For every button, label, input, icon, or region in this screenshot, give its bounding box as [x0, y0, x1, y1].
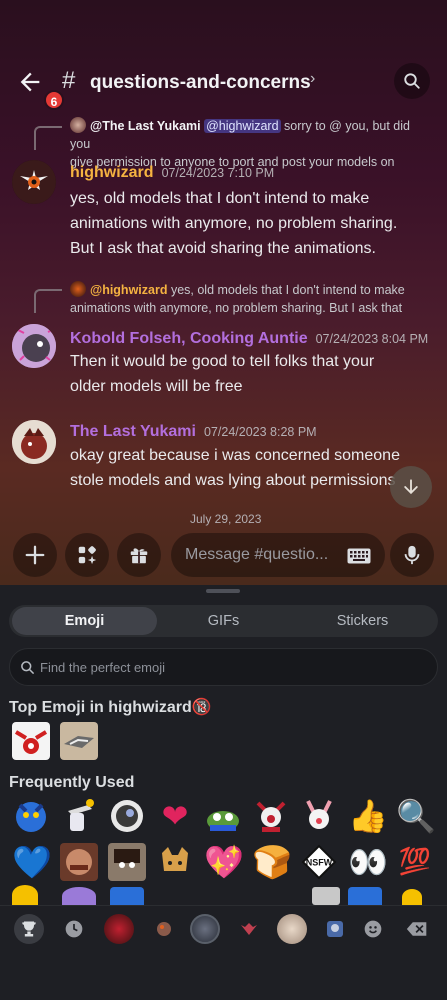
search-icon — [404, 73, 420, 89]
message-content: okay great because i was concerned someo… — [70, 447, 400, 489]
custom-emoji[interactable] — [300, 797, 338, 835]
server-icon[interactable] — [234, 914, 264, 944]
message-input[interactable]: Message #questio... — [171, 533, 385, 577]
chat-area: 6 # questions-and-concerns › @The Last Y… — [0, 0, 447, 585]
timestamp: 07/24/2023 8:28 PM — [203, 425, 317, 439]
custom-emoji[interactable] — [108, 843, 146, 881]
reply-connector — [34, 126, 62, 150]
custom-emoji[interactable] — [252, 797, 290, 835]
emoji-category-bar — [0, 905, 447, 1000]
author-name[interactable]: highwizard — [70, 164, 154, 181]
reply-preview[interactable]: @highwizard yes, old models that I don't… — [70, 281, 430, 317]
emoji-search-input[interactable]: Find the perfect emoji — [9, 648, 438, 686]
drag-handle[interactable] — [206, 589, 240, 593]
trophy-icon — [22, 921, 36, 937]
clock-icon — [65, 920, 83, 938]
server-icon[interactable] — [277, 914, 307, 944]
svg-text:NSFW: NSFW — [306, 858, 333, 868]
custom-emoji[interactable] — [12, 797, 50, 835]
avatar[interactable] — [12, 420, 56, 464]
author-name[interactable]: Kobold Folseh, Cooking Auntie — [70, 330, 308, 347]
avatar[interactable] — [12, 160, 56, 204]
chevron-right-icon[interactable]: › — [310, 70, 315, 88]
emoji-picker: Emoji GIFs Stickers Find the perfect emo… — [0, 585, 447, 1000]
date-divider: July 29, 2023 — [190, 512, 262, 526]
attach-button[interactable] — [13, 533, 57, 577]
search-button[interactable] — [394, 63, 430, 99]
back-button[interactable]: 6 — [16, 68, 64, 110]
tab-stickers[interactable]: Stickers — [290, 607, 435, 635]
sparkling-heart-emoji[interactable]: 💖 — [204, 843, 244, 881]
message-header: Kobold Folseh, Cooking Auntie 07/24/2023 … — [70, 330, 428, 348]
custom-emoji[interactable] — [348, 887, 382, 905]
blue-heart-emoji[interactable]: 💙 — [12, 843, 52, 881]
author-name[interactable]: The Last Yukami — [70, 423, 196, 440]
thumbs-up-emoji[interactable]: 👍 — [348, 797, 388, 835]
picker-tabs: Emoji GIFs Stickers — [9, 605, 438, 637]
avatar[interactable] — [12, 324, 56, 368]
microphone-icon — [404, 545, 420, 565]
top-emoji-heading: Top Emoji in highwizard🔞 — [9, 697, 212, 716]
custom-emoji[interactable] — [60, 722, 98, 760]
apps-button[interactable] — [65, 533, 109, 577]
arrow-left-icon — [20, 72, 40, 92]
timestamp: 07/24/2023 8:04 PM — [315, 332, 429, 346]
custom-emoji[interactable] — [60, 843, 98, 881]
message-content: Then it would be good to tell folks that… — [70, 353, 375, 395]
plus-icon — [25, 545, 45, 565]
message-content: yes, old models that I don't intend to m… — [70, 190, 398, 257]
search-icon — [21, 661, 34, 674]
notification-badge: 6 — [44, 90, 64, 110]
backspace-button[interactable] — [401, 914, 431, 944]
custom-emoji[interactable] — [110, 887, 144, 905]
custom-emoji[interactable] — [312, 887, 340, 905]
bread-emoji[interactable]: 🍞 — [252, 843, 292, 881]
gift-button[interactable] — [117, 533, 161, 577]
smiley-icon — [364, 920, 382, 938]
gift-icon — [130, 548, 148, 564]
tab-emoji[interactable]: Emoji — [12, 607, 157, 635]
channel-title[interactable]: questions-and-concerns — [90, 72, 311, 94]
apps-icon — [78, 546, 97, 565]
reply-preview[interactable]: @The Last Yukami @highwizard sorry to @ … — [70, 117, 430, 171]
reply-connector — [34, 289, 62, 313]
custom-emoji[interactable] — [60, 797, 98, 835]
custom-emoji[interactable] — [62, 887, 96, 905]
category-top[interactable] — [14, 914, 44, 944]
custom-emoji[interactable] — [108, 797, 146, 835]
timestamp: 07/24/2023 7:10 PM — [161, 166, 275, 180]
message-header: highwizard 07/24/2023 7:10 PM — [70, 164, 274, 182]
channel-header: 6 # questions-and-concerns › — [0, 60, 447, 110]
hundred-emoji[interactable]: 💯 — [396, 843, 434, 881]
custom-emoji[interactable] — [12, 722, 50, 760]
jump-to-present-button[interactable] — [390, 466, 432, 508]
voice-button[interactable] — [390, 533, 434, 577]
nsfw-emoji[interactable]: NSFW — [300, 843, 338, 881]
message-header: The Last Yukami 07/24/2023 8:28 PM — [70, 423, 317, 441]
backspace-icon — [406, 922, 427, 936]
arrow-down-icon — [404, 479, 418, 495]
server-icon[interactable] — [149, 914, 179, 944]
category-recent[interactable] — [59, 914, 89, 944]
frequently-used-heading: Frequently Used — [9, 774, 135, 791]
heart-emoji[interactable]: ❤ — [156, 797, 194, 835]
tab-gifs[interactable]: GIFs — [157, 607, 290, 635]
keyboard-icon[interactable] — [347, 548, 371, 564]
message-composer: Message #questio... — [0, 528, 447, 585]
custom-emoji[interactable] — [204, 797, 242, 835]
category-people[interactable] — [358, 914, 388, 944]
custom-emoji[interactable] — [12, 885, 38, 905]
magnifier-emoji[interactable]: 🔍 — [396, 797, 436, 835]
eyes-emoji[interactable]: 👀 — [348, 843, 388, 881]
server-icon[interactable] — [320, 914, 350, 944]
avatar — [70, 117, 86, 133]
custom-emoji[interactable] — [402, 889, 422, 905]
hash-icon: # — [62, 67, 76, 94]
custom-emoji[interactable] — [156, 843, 194, 881]
server-icon[interactable] — [104, 914, 134, 944]
server-icon[interactable] — [190, 914, 220, 944]
avatar — [70, 281, 86, 297]
